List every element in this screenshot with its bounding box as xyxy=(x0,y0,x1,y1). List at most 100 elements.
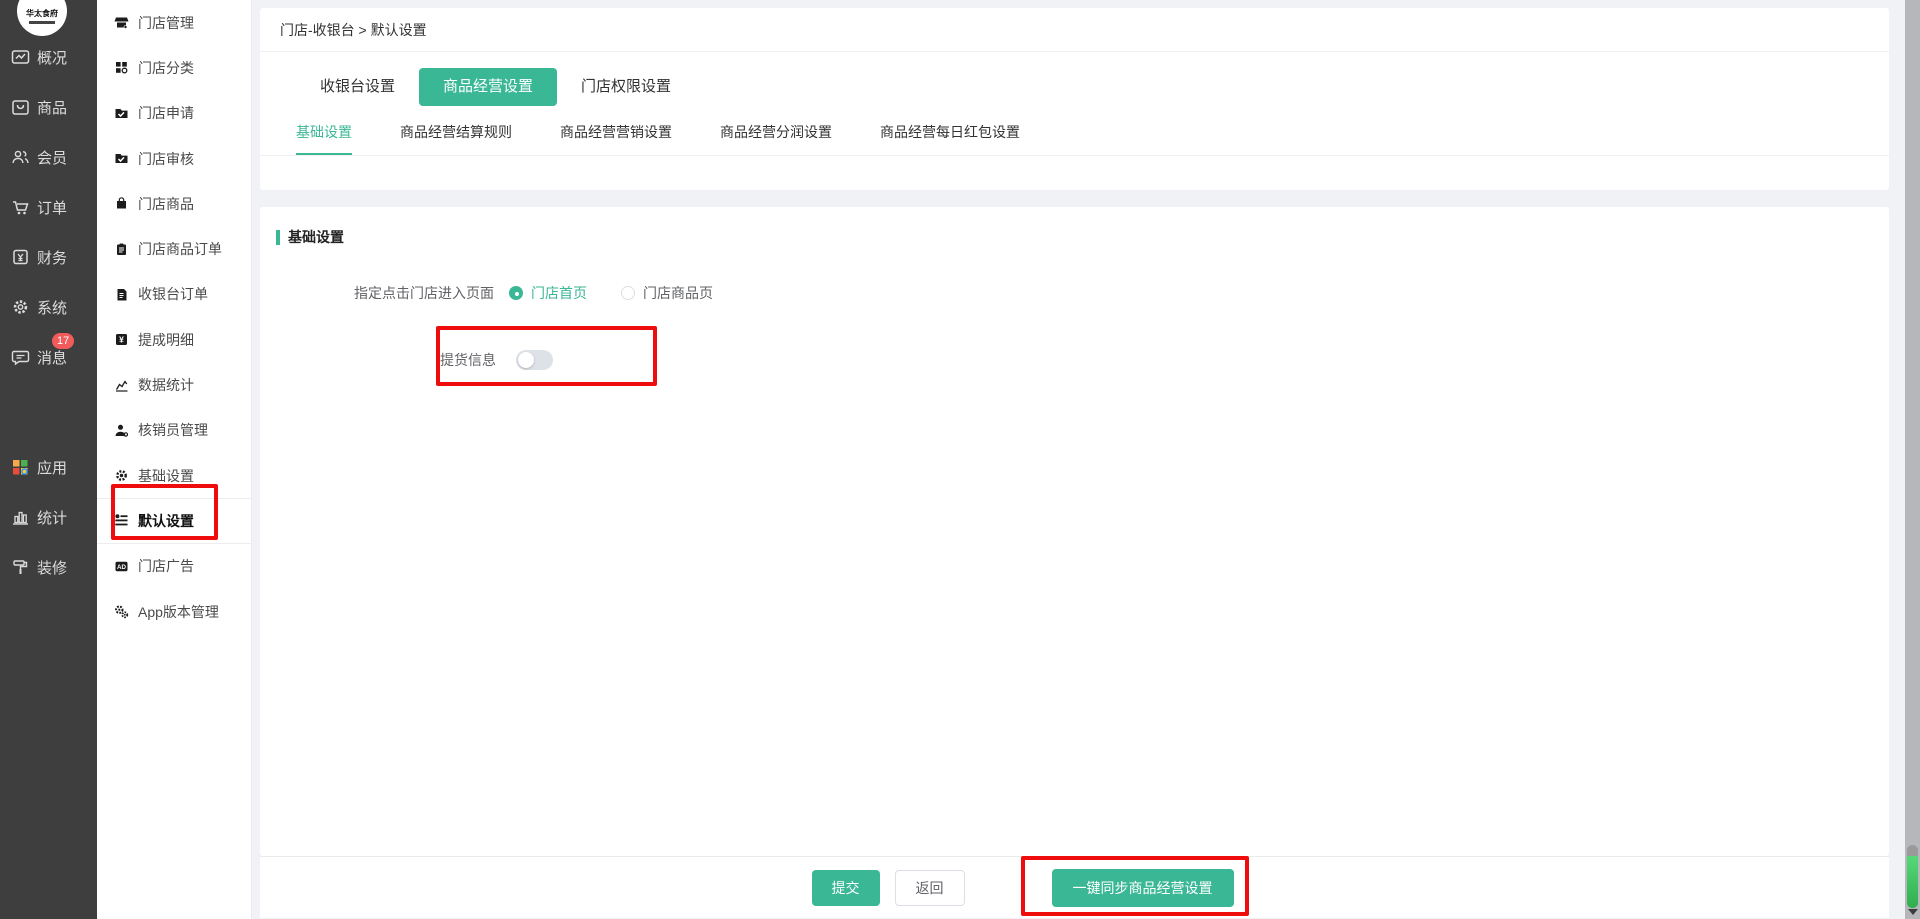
app-window: 华太食府 概况商品会员订单财务系统 消息 17 应用统计装修 门店管理门店分类门店申请… xyxy=(0,0,1920,919)
menu-item-store-apply[interactable]: 门店申请 xyxy=(97,91,251,136)
menu-item-label: 收银台订单 xyxy=(138,286,208,303)
radio-label: 门店首页 xyxy=(531,285,587,301)
nav-item-label: 装修 xyxy=(37,559,68,577)
entry-page-row: 指定点击门店进入页面 门店首页 门店商品页 xyxy=(354,283,1889,303)
logo-text: 华太食府 xyxy=(26,9,58,18)
nav-item-label: 消息 xyxy=(37,349,68,367)
pickup-info-row: 提货信息 xyxy=(440,350,1889,370)
cart-icon xyxy=(11,198,30,217)
secondary-sidebar: 门店管理门店分类门店申请门店审核门店商品门店商品订单 收银台订单 ¥ 提成明细 数据统计… xyxy=(97,0,252,919)
radio-option-store-goods-page[interactable]: 门店商品页 xyxy=(621,283,713,303)
breadcrumb-bar: 门店-收银台 > 默认设置 xyxy=(260,8,1889,52)
primary-sidebar: 华太食府 概况商品会员订单财务系统 消息 17 应用统计装修 xyxy=(0,0,97,919)
tab-goods-operation-settings[interactable]: 商品经营设置 xyxy=(419,68,558,106)
scrollbar-down-arrow[interactable] xyxy=(1908,909,1918,915)
menu-item-default-settings[interactable]: 默认设置 xyxy=(97,498,251,544)
menu-item-commission-detail[interactable]: ¥ 提成明细 xyxy=(97,317,251,362)
person-gear-icon xyxy=(114,423,129,438)
nav-item-label: 商品 xyxy=(37,99,68,117)
tab-cashier-settings[interactable]: 收银台设置 xyxy=(296,68,419,106)
radio-label: 门店商品页 xyxy=(643,285,713,301)
nav-item-system[interactable]: 系统 xyxy=(0,282,97,332)
submit-button[interactable]: 提交 xyxy=(811,869,880,906)
sync-goods-settings-button[interactable]: 一键同步商品经营设置 xyxy=(1051,868,1234,907)
subtab-basic-settings[interactable]: 基础设置 xyxy=(296,122,352,155)
menu-item-store-review[interactable]: 门店审核 xyxy=(97,136,251,181)
nav-item-order[interactable]: 订单 xyxy=(0,182,97,232)
menu-item-label: 门店审核 xyxy=(138,150,194,167)
folder-check-icon xyxy=(114,106,129,121)
folder-check-icon xyxy=(114,151,129,166)
back-button[interactable]: 返回 xyxy=(894,869,965,906)
goods-icon xyxy=(11,98,30,117)
menu-item-label: 门店广告 xyxy=(138,558,194,575)
section-title: 基础设置 xyxy=(288,229,344,245)
paint-roller-icon xyxy=(11,558,30,577)
main-area: 门店-收银台 > 默认设置 收银台设置 商品经营设置 门店权限设置 基础设置 商品经营… xyxy=(252,0,1897,919)
menu-item-store-goods-order[interactable]: 门店商品订单 xyxy=(97,226,251,271)
menu-item-app-version[interactable]: App版本管理 xyxy=(97,589,251,634)
menu-item-data-stats[interactable]: 数据统计 xyxy=(97,362,251,407)
nav-item-stats[interactable]: 统计 xyxy=(0,492,97,542)
company-logo[interactable]: 华太食府 xyxy=(17,0,67,36)
scrollbar-thumb[interactable] xyxy=(1907,856,1918,908)
menu-item-store-management[interactable]: 门店管理 xyxy=(97,0,251,45)
menu-item-label: 门店商品 xyxy=(138,195,194,212)
menu-item-label: 门店分类 xyxy=(138,59,194,76)
subtab-daily-redpacket-settings[interactable]: 商品经营每日红包设置 xyxy=(880,122,1020,155)
category-grid-icon xyxy=(114,60,129,75)
nav-item-decorate[interactable]: 装修 xyxy=(0,542,97,592)
nav-item-message[interactable]: 消息 17 xyxy=(0,332,97,382)
radio-icon xyxy=(621,286,635,300)
pickup-info-toggle[interactable] xyxy=(516,350,553,370)
menu-item-cashier-order[interactable]: 收银台订单 xyxy=(97,272,251,317)
nav-item-label: 订单 xyxy=(37,199,68,217)
subtab-settlement-rules[interactable]: 商品经营结算规则 xyxy=(400,122,512,155)
overview-icon xyxy=(11,48,30,67)
subtabs-row: 基础设置 商品经营结算规则 商品经营营销设置 商品经营分润设置 商品经营每日红包设置 xyxy=(260,110,1889,156)
bag-icon xyxy=(114,196,129,211)
menu-item-store-goods[interactable]: 门店商品 xyxy=(97,181,251,226)
menu-item-label: 门店商品订单 xyxy=(138,241,222,258)
subtab-profit-sharing-settings[interactable]: 商品经营分润设置 xyxy=(720,122,832,155)
nav-item-label: 财务 xyxy=(37,249,68,267)
gear-outline-icon xyxy=(11,298,30,317)
menu-item-store-ad[interactable]: AD 门店广告 xyxy=(97,544,251,589)
menu-item-label: 默认设置 xyxy=(138,512,194,529)
gear-icon xyxy=(114,468,129,483)
scrollbar[interactable] xyxy=(1905,0,1920,919)
nav-item-label: 概况 xyxy=(37,49,68,67)
menu-item-label: 核销员管理 xyxy=(138,422,208,439)
toggle-knob-icon xyxy=(518,352,534,368)
footer-button-group: 提交 返回 一键同步商品经营设置 xyxy=(811,868,1234,907)
menu-item-basic-settings[interactable]: 基础设置 xyxy=(97,453,251,498)
nav-item-member[interactable]: 会员 xyxy=(0,132,97,182)
nav-item-finance[interactable]: 财务 xyxy=(0,232,97,282)
section-header: 基础设置 xyxy=(260,207,1889,247)
footer-action-bar: 提交 返回 一键同步商品经营设置 xyxy=(260,856,1889,918)
subtab-marketing-settings[interactable]: 商品经营营销设置 xyxy=(560,122,672,155)
chat-bubble-icon xyxy=(11,348,30,367)
bar-chart-icon xyxy=(11,508,30,527)
menu-item-store-category[interactable]: 门店分类 xyxy=(97,45,251,90)
menu-item-label: 基础设置 xyxy=(138,467,194,484)
section-accent-bar xyxy=(276,229,280,245)
double-gear-icon xyxy=(114,604,129,619)
breadcrumb: 门店-收银台 > 默认设置 xyxy=(280,21,427,38)
logo-subtext-bar xyxy=(29,21,55,24)
nav-item-overview[interactable]: 概况 xyxy=(0,32,97,82)
menu-item-verifier-management[interactable]: 核销员管理 xyxy=(97,408,251,453)
menu-item-label: 提成明细 xyxy=(138,331,194,348)
tab-store-permission-settings[interactable]: 门店权限设置 xyxy=(557,68,695,106)
member-icon xyxy=(11,148,30,167)
menu-item-label: 门店管理 xyxy=(138,14,194,31)
nav-item-goods[interactable]: 商品 xyxy=(0,82,97,132)
header-card: 门店-收银台 > 默认设置 收银台设置 商品经营设置 门店权限设置 基础设置 商品经营… xyxy=(260,8,1889,190)
line-chart-icon xyxy=(114,378,129,393)
finance-icon xyxy=(11,248,30,267)
nav-item-label: 统计 xyxy=(37,509,68,527)
clipboard-icon xyxy=(114,242,129,257)
radio-option-store-home[interactable]: 门店首页 xyxy=(509,283,587,303)
nav-item-apps[interactable]: 应用 xyxy=(0,442,97,492)
entry-page-radio-group: 门店首页 门店商品页 xyxy=(509,283,747,303)
